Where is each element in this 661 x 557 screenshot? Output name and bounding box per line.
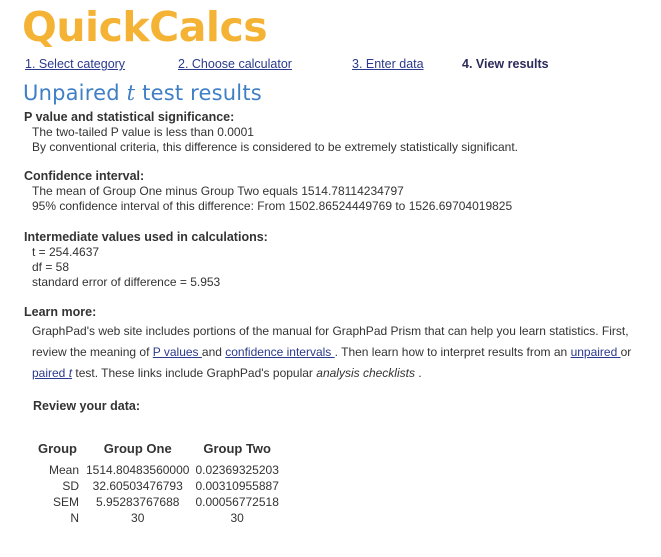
ci-range-line: 95% confidence interval of this differen… bbox=[32, 199, 513, 213]
group-two-value: 30 bbox=[230, 511, 244, 525]
learn-text: . Then learn how to interpret results fr… bbox=[334, 345, 571, 359]
learn-more-section: Learn more: GraphPad's web site includes… bbox=[24, 305, 634, 384]
paired-t-link[interactable]: paired t bbox=[32, 366, 72, 380]
pvalue-section: P value and statistical significance: Th… bbox=[24, 110, 518, 155]
title-t-italic: t bbox=[126, 81, 136, 105]
wizard-steps: 1. Select category 2. Choose calculator … bbox=[0, 57, 661, 75]
table-row: SD 32.60503476793 0.00310955887 bbox=[32, 478, 282, 494]
title-prefix: Unpaired bbox=[23, 81, 127, 105]
learn-text: and bbox=[201, 345, 226, 359]
table-header-row: Group Group One Group Two bbox=[32, 438, 282, 462]
row-label: SD bbox=[62, 479, 79, 493]
page-title: Unpaired t test results bbox=[23, 81, 262, 105]
group-one-value: 5.95283767688 bbox=[96, 495, 180, 509]
header-group-two: Group Two bbox=[203, 441, 271, 456]
group-one-value: 1514.80483560000 bbox=[86, 463, 190, 477]
t-value-line: t = 254.4637 bbox=[32, 245, 100, 259]
title-suffix: test results bbox=[135, 81, 262, 105]
quickcalcs-logo[interactable]: QuickCalcs bbox=[22, 2, 268, 52]
group-two-value: 0.00310955887 bbox=[195, 479, 279, 493]
group-two-value: 0.00056772518 bbox=[195, 495, 279, 509]
significance-line: By conventional criteria, this differenc… bbox=[32, 140, 519, 154]
p-values-link[interactable]: P values bbox=[153, 345, 202, 359]
learn-text: or bbox=[620, 345, 632, 359]
mean-difference-line: The mean of Group One minus Group Two eq… bbox=[32, 184, 404, 198]
row-label: N bbox=[70, 511, 79, 525]
header-group: Group bbox=[38, 441, 77, 456]
learn-text: . bbox=[414, 366, 422, 380]
df-line: df = 58 bbox=[32, 260, 70, 274]
std-error-line: standard error of difference = 5.953 bbox=[32, 275, 221, 289]
table-row: SEM 5.95283767688 0.00056772518 bbox=[32, 494, 282, 510]
row-label: Mean bbox=[48, 463, 79, 477]
header-group-one: Group One bbox=[103, 441, 172, 456]
confidence-intervals-link[interactable]: confidence intervals bbox=[225, 345, 334, 359]
confidence-interval-section: Confidence interval: The mean of Group O… bbox=[24, 169, 512, 214]
learn-more-paragraph: GraphPad's web site includes portions of… bbox=[24, 321, 634, 384]
learn-more-heading: Learn more: bbox=[24, 305, 97, 319]
table-row: N 30 30 bbox=[32, 510, 282, 526]
data-summary-table: Group Group One Group Two Mean 1514.8048… bbox=[32, 438, 282, 526]
unpaired-link[interactable]: unpaired bbox=[571, 345, 621, 359]
table-row: Mean 1514.80483560000 0.02369325203 bbox=[32, 462, 282, 478]
group-two-value: 0.02369325203 bbox=[195, 463, 279, 477]
pvalue-heading: P value and statistical significance: bbox=[24, 110, 235, 124]
intermediate-values-section: Intermediate values used in calculations… bbox=[24, 230, 268, 290]
step-choose-calculator-link[interactable]: 2. Choose calculator bbox=[178, 57, 292, 71]
pvalue-line: The two-tailed P value is less than 0.00… bbox=[32, 125, 254, 139]
analysis-checklists-text: analysis checklists bbox=[316, 366, 415, 380]
step-select-category-link[interactable]: 1. Select category bbox=[25, 57, 125, 71]
learn-text: test. These links include GraphPad's pop… bbox=[72, 366, 317, 380]
group-one-value: 32.60503476793 bbox=[92, 479, 183, 493]
step-enter-data-link[interactable]: 3. Enter data bbox=[352, 57, 424, 71]
group-one-value: 30 bbox=[131, 511, 145, 525]
row-label: SEM bbox=[52, 495, 79, 509]
intermediate-heading: Intermediate values used in calculations… bbox=[24, 230, 268, 244]
review-data-heading: Review your data: bbox=[33, 399, 140, 413]
paired-link-text: paired bbox=[32, 366, 69, 380]
step-view-results-current: 4. View results bbox=[462, 57, 549, 71]
ci-heading: Confidence interval: bbox=[24, 169, 145, 183]
